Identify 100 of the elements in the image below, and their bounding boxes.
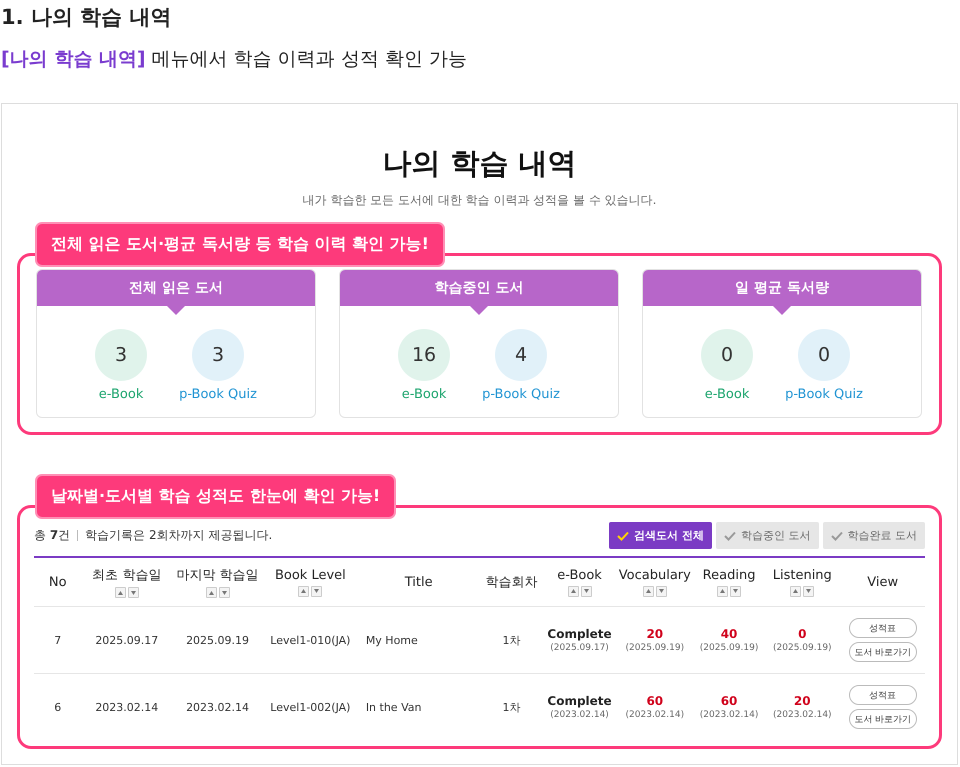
score-text: 20 (646, 627, 664, 641)
page-description: 내가 학습한 모든 도서에 대한 학습 이력과 성적을 볼 수 있습니다. (302, 192, 658, 209)
triangle-down-icon (658, 589, 664, 593)
date-text: (2025.09.19) (700, 643, 758, 653)
triangle-up-icon (646, 589, 651, 593)
stat-label: p-Book Quiz (482, 387, 560, 402)
sort-up-button[interactable] (114, 587, 126, 598)
sort-down-button[interactable] (218, 587, 230, 598)
card-title: 전체 읽은 도서 (129, 279, 223, 297)
triangle-up-icon (793, 589, 798, 593)
sort-down-button[interactable] (803, 586, 814, 596)
column-header: Title (404, 574, 433, 590)
total-count: 총 7건 (34, 527, 70, 544)
column-header: Vocabulary (618, 568, 691, 582)
section-subtitle: [나의 학습 내역] 메뉴에서 학습 이력과 성적 확인 가능 (1, 47, 468, 72)
triangle-up-icon (301, 589, 306, 593)
view-button[interactable]: 성적표 (848, 685, 917, 705)
sort-up-button[interactable] (642, 586, 654, 596)
sort-down-button[interactable] (730, 586, 742, 596)
filter-button[interactable]: 검색도서 전체 (609, 522, 712, 549)
count-circle: 3 (192, 329, 244, 381)
table-cell: 2023.02.14 (172, 674, 263, 740)
callout-label: 날짜별·도서별 학습 성적도 한눈에 확인 가능! (35, 474, 396, 519)
card-title: 학습중인 도서 (434, 279, 524, 297)
sort-down-button[interactable] (656, 586, 667, 596)
column-header: No (48, 574, 67, 590)
table-cell: 1차 (480, 674, 544, 740)
stat-label: p-Book Quiz (179, 387, 257, 402)
section-heading: 1. 나의 학습 내역 (0, 4, 173, 31)
sort-up-button[interactable] (568, 586, 579, 596)
date-text: (2025.09.19) (773, 643, 832, 653)
count-circle: 4 (495, 329, 547, 381)
date-text: (2025.09.19) (626, 643, 684, 653)
count-circle: 3 (95, 329, 148, 381)
triangle-down-icon (314, 589, 320, 593)
view-button[interactable]: 성적표 (848, 618, 917, 638)
table-cell: My Home (358, 606, 480, 674)
view-button[interactable]: 도서 바로가기 (848, 642, 917, 662)
sort-up-button[interactable] (206, 587, 217, 598)
score-text: 0 (798, 627, 806, 641)
table-cell: In the Van (358, 674, 480, 740)
notice-text: 학습기록은 2회차까지 제공됩니다. (85, 527, 272, 544)
check-icon (617, 530, 630, 540)
table-cell: 2023.02.14 (81, 674, 172, 740)
column-header: 마지막 학습일 (176, 567, 259, 584)
sort-down-button[interactable] (311, 586, 322, 596)
triangle-down-icon (584, 589, 589, 593)
date-text: (2023.02.14) (626, 710, 684, 720)
triangle-down-icon (733, 589, 738, 593)
score-text: 60 (720, 694, 738, 708)
check-icon (830, 530, 842, 540)
column-header: 최초 학습일 (92, 567, 162, 584)
triangle-up-icon (118, 590, 123, 594)
triangle-up-icon (208, 590, 214, 594)
score-text: 60 (646, 694, 664, 708)
status-text: Complete (547, 627, 612, 641)
count-circle: 0 (701, 329, 754, 381)
table-cell: 7 (34, 606, 82, 674)
callout-label: 전체 읽은 도서·평균 독서량 등 학습 이력 확인 가능! (35, 222, 445, 267)
column-header: View (867, 574, 898, 590)
table-cell: 1차 (480, 606, 544, 674)
sort-up-button[interactable] (717, 586, 728, 596)
check-icon (724, 530, 736, 540)
table-cell: 2025.09.19 (172, 606, 263, 674)
stat-label: p-Book Quiz (785, 387, 863, 402)
stat-label: e-Book (402, 387, 446, 402)
table-cell: Level1-002(JA) (262, 674, 358, 740)
filter-button[interactable]: 학습완료 도서 (822, 522, 925, 549)
sort-up-button[interactable] (298, 586, 310, 596)
date-text: (2023.02.14) (700, 710, 758, 720)
card-title: 일 평균 독서량 (735, 279, 829, 297)
count-circle: 16 (398, 329, 450, 381)
triangle-up-icon (720, 589, 726, 593)
column-header: Book Level (274, 568, 346, 582)
stat-label: e-Book (704, 387, 750, 402)
score-text: 20 (794, 694, 811, 708)
stat-label: e-Book (98, 387, 144, 402)
table-cell: Level1-010(JA) (262, 606, 358, 674)
sort-down-button[interactable] (128, 587, 139, 598)
sort-down-button[interactable] (580, 586, 592, 596)
status-text: Complete (547, 694, 612, 708)
sort-up-button[interactable] (790, 586, 802, 596)
column-header: Reading (702, 568, 756, 582)
date-text: (2023.02.14) (773, 710, 832, 720)
triangle-down-icon (806, 589, 812, 593)
count-circle: 0 (798, 329, 850, 381)
table-cell: 6 (34, 674, 82, 740)
page-title: 나의 학습 내역 (381, 145, 578, 182)
filter-button[interactable]: 학습중인 도서 (716, 522, 818, 549)
date-text: (2025.09.17) (550, 643, 609, 653)
score-text: 40 (720, 627, 738, 641)
triangle-down-icon (222, 590, 227, 594)
triangle-down-icon (130, 590, 136, 594)
view-button[interactable]: 도서 바로가기 (848, 709, 917, 729)
column-header: e-Book (557, 568, 602, 582)
column-header: 학습회차 (485, 574, 538, 591)
date-text: (2023.02.14) (550, 710, 609, 720)
column-header: Listening (772, 568, 832, 582)
triangle-up-icon (570, 589, 576, 593)
table-cell: 2025.09.17 (81, 606, 172, 674)
